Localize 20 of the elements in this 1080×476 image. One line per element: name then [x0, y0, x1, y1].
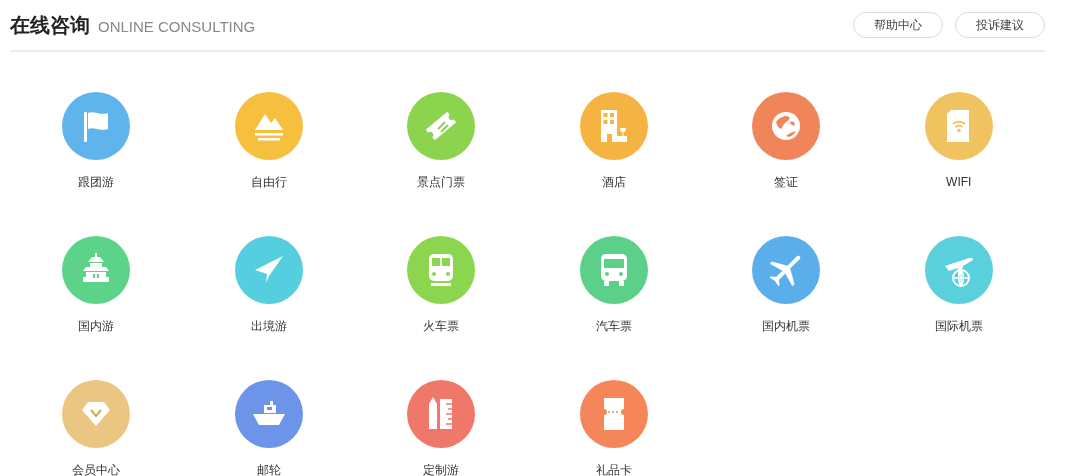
section-title: 在线咨询 [10, 13, 90, 38]
service-link[interactable]: 定制游 [355, 380, 528, 476]
pill-button[interactable]: 帮助中心 [853, 12, 943, 38]
service-link[interactable]: 国际机票 [872, 236, 1045, 334]
service-link[interactable]: 酒店 [527, 92, 700, 190]
pill-button[interactable]: 投诉建议 [955, 12, 1045, 38]
service-link[interactable]: 跟团游 [10, 92, 183, 190]
service-link[interactable]: 会员中心 [10, 380, 183, 476]
service-link[interactable]: 邮轮 [182, 380, 355, 476]
service-link[interactable]: 自由行 [182, 92, 355, 190]
service-link[interactable]: 国内游 [10, 236, 183, 334]
service-link[interactable]: 国内机票 [700, 236, 873, 334]
service-link[interactable]: 礼品卡 [527, 380, 700, 476]
service-link[interactable]: 出境游 [182, 236, 355, 334]
service-link[interactable]: 景点门票 [355, 92, 528, 190]
service-link[interactable]: WIFI [872, 92, 1045, 190]
section-subtitle: ONLINE CONSULTING [98, 17, 256, 37]
service-link[interactable]: 汽车票 [527, 236, 700, 334]
service-link[interactable]: 火车票 [355, 236, 528, 334]
service-link[interactable]: 签证 [700, 92, 873, 190]
